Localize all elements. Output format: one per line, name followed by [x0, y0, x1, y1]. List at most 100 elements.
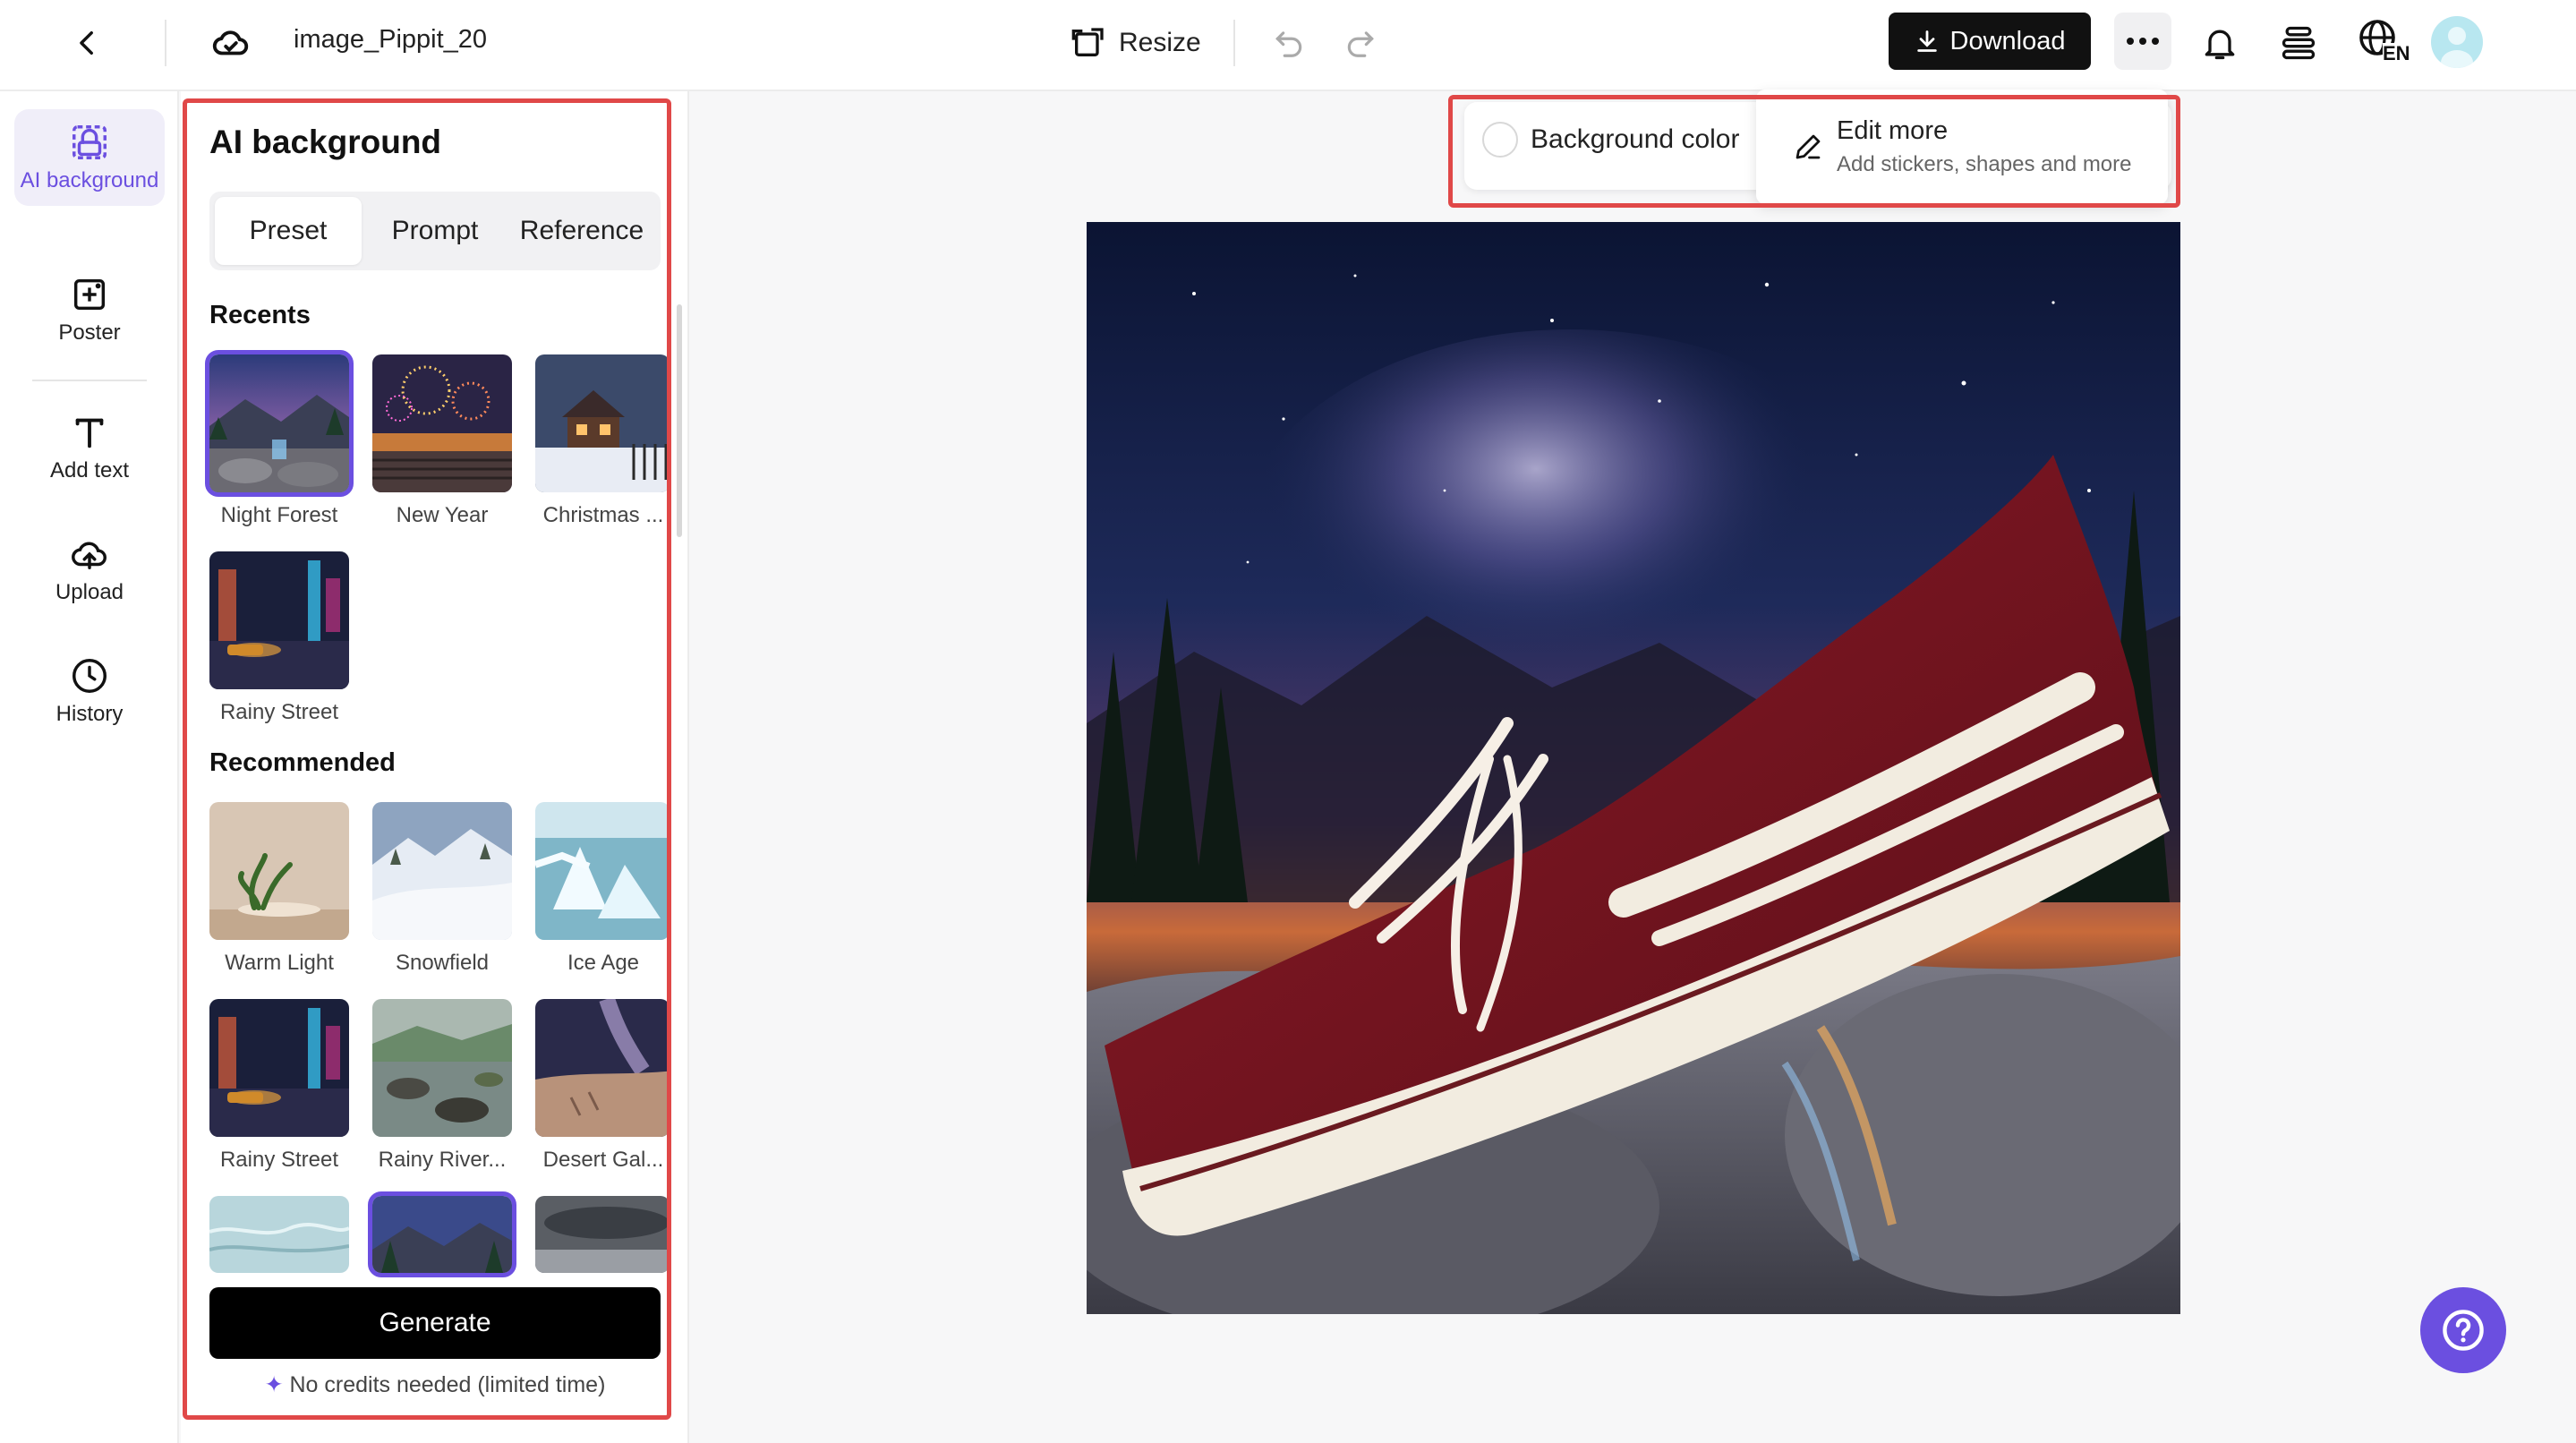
layers-icon: [2282, 26, 2316, 60]
language-button[interactable]: EN: [2352, 13, 2413, 73]
redo-icon: [1347, 31, 1374, 57]
generate-button[interactable]: Generate: [209, 1287, 661, 1359]
user-icon: [2441, 27, 2473, 68]
tab-prompt[interactable]: Prompt: [362, 197, 508, 265]
christmas-thumbnail: [535, 354, 670, 492]
preset-thumb-night-forest[interactable]: [205, 350, 354, 497]
rail-item-label: Upload: [55, 580, 124, 604]
rainy-street-thumbnail: [209, 999, 349, 1137]
help-circle-icon: [2443, 1310, 2484, 1351]
divider: [165, 20, 166, 66]
preset-label: Rainy Street: [219, 700, 339, 724]
preset-thumb-rainy-river[interactable]: [372, 999, 512, 1137]
language-code: EN: [2383, 42, 2410, 64]
back-button[interactable]: [63, 18, 113, 68]
preset-thumb-water[interactable]: [209, 1196, 349, 1273]
resize-label: Resize: [1119, 28, 1201, 57]
recents-heading: Recents: [209, 301, 311, 329]
resize-icon: [1071, 28, 1104, 57]
preset-thumb-desert-galaxy[interactable]: [535, 999, 670, 1137]
night-forest-thumbnail: [209, 354, 349, 492]
preset-thumb-christmas[interactable]: [535, 354, 670, 492]
preset-thumb-rainy-street[interactable]: [209, 999, 349, 1137]
preset-label: Desert Gal...: [542, 1148, 664, 1172]
upload-icon: [72, 542, 107, 570]
rail-item-add-text[interactable]: Add text: [14, 399, 165, 496]
panel-title: AI background: [209, 124, 442, 160]
pencil-icon: [1796, 134, 1821, 159]
preset-thumb-new-year[interactable]: [372, 354, 512, 492]
help-button[interactable]: [2420, 1287, 2506, 1373]
file-name[interactable]: image_Pippit_20: [294, 25, 487, 55]
preset-label: Ice Age: [567, 951, 640, 975]
more-horizontal-icon: [2127, 38, 2159, 45]
tab-reference[interactable]: Reference: [508, 197, 655, 265]
rail-item-history[interactable]: History: [14, 643, 165, 739]
preset-label: Warm Light: [225, 951, 334, 975]
history-icon: [73, 659, 107, 693]
rail-item-poster[interactable]: Poster: [14, 261, 165, 358]
preset-thumb-night-forest[interactable]: [368, 1191, 516, 1277]
rail-item-label: AI background: [20, 168, 159, 192]
preset-label: Rainy River...: [378, 1148, 507, 1172]
divider: [1233, 20, 1235, 66]
recommended-heading: Recommended: [209, 748, 396, 777]
avatar[interactable]: [2431, 16, 2483, 68]
edit-more-menu-item[interactable]: Edit more Add stickers, shapes and more: [1756, 90, 2168, 204]
desert-galaxy-thumbnail: [535, 999, 670, 1137]
credit-note-text: No credits needed (limited time): [289, 1372, 606, 1397]
warm-light-thumbnail: [209, 802, 349, 940]
text-icon: [75, 418, 104, 448]
rail-item-label: Add text: [49, 458, 130, 482]
ice-age-thumbnail: [535, 802, 670, 940]
storm-thumbnail: [535, 1196, 670, 1273]
snowfield-thumbnail: [372, 802, 512, 940]
resize-button[interactable]: Resize: [1070, 18, 1201, 68]
preset-tabs: Preset Prompt Reference: [209, 192, 661, 270]
preset-thumb-ice-age[interactable]: [535, 802, 670, 940]
rail-item-ai-background[interactable]: AI background: [14, 109, 165, 206]
rainy-street-thumbnail: [209, 551, 349, 689]
tab-preset[interactable]: Preset: [215, 197, 362, 265]
color-swatch-icon: [1482, 122, 1518, 158]
preset-thumb-warm-light[interactable]: [209, 802, 349, 940]
preset-label: New Year: [396, 503, 489, 527]
rail-item-upload[interactable]: Upload: [14, 521, 165, 618]
top-bar: image_Pippit_20 Resize Download EN: [0, 0, 2576, 91]
undo-button[interactable]: [1264, 18, 1314, 68]
download-button[interactable]: Download: [1889, 13, 2091, 70]
panel-scrollbar[interactable]: [677, 304, 682, 537]
cloud-save-button[interactable]: [204, 16, 258, 70]
rail-divider: [32, 380, 147, 381]
water-thumbnail: [209, 1196, 349, 1273]
credit-note: ✦ No credits needed (limited time): [209, 1371, 661, 1398]
edit-more-subtitle: Add stickers, shapes and more: [1837, 152, 2132, 176]
left-rail: AI background Poster Add text Upload His…: [0, 91, 179, 1443]
preset-thumb-snowfield[interactable]: [372, 802, 512, 940]
cloud-icon: [212, 30, 249, 56]
sparkle-icon: ✦: [264, 1372, 284, 1397]
layers-button[interactable]: [2270, 14, 2327, 72]
rail-item-label: History: [55, 702, 124, 726]
preset-label: Christmas ...: [542, 503, 664, 527]
shoe-on-rock-image: [1087, 222, 2180, 1314]
preset-label: Snowfield: [395, 951, 490, 975]
poster-icon: [73, 278, 106, 311]
background-color-button[interactable]: Background color: [1482, 122, 1739, 158]
preset-thumb-rainy-street[interactable]: [209, 551, 349, 689]
rail-item-label: Poster: [58, 320, 121, 345]
preset-thumb-storm[interactable]: [535, 1196, 670, 1273]
download-label: Download: [1949, 26, 2066, 56]
bell-icon: [2205, 30, 2235, 60]
rainy-river-thumbnail: [372, 999, 512, 1137]
notifications-button[interactable]: [2191, 14, 2248, 72]
background-color-label: Background color: [1531, 124, 1740, 154]
undo-icon: [1275, 31, 1302, 57]
new-year-thumbnail: [372, 354, 512, 492]
preset-label: Rainy Street: [219, 1148, 339, 1172]
more-options-button[interactable]: [2114, 13, 2171, 70]
edit-more-title: Edit more: [1837, 116, 1949, 145]
canvas-image[interactable]: [1087, 222, 2180, 1314]
download-icon: [1916, 30, 1937, 52]
redo-button[interactable]: [1335, 18, 1386, 68]
